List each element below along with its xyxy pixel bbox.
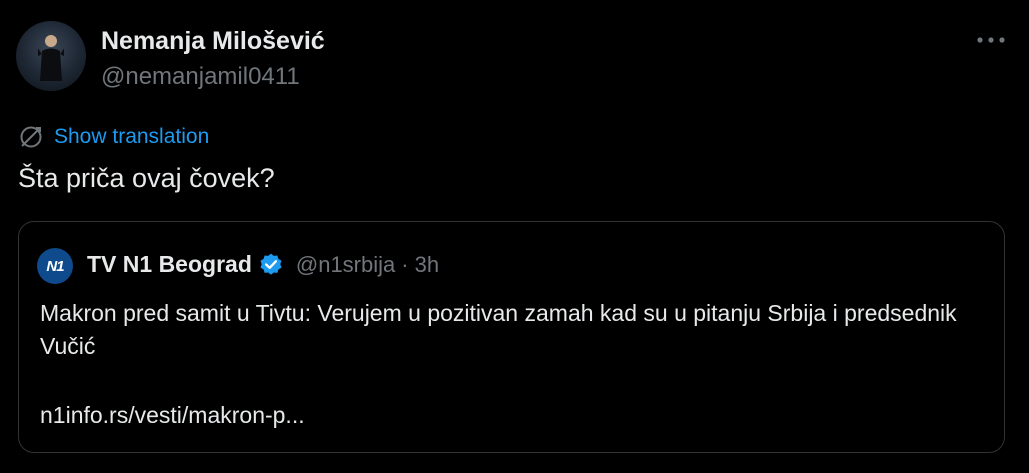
show-translation-link[interactable]: Show translation bbox=[18, 124, 209, 150]
translate-icon bbox=[20, 126, 42, 148]
tweet: Nemanja Milošević @nemanjamil0411 Show t… bbox=[0, 0, 1029, 473]
avatar-figure bbox=[38, 35, 64, 81]
quoted-separator-dot: · bbox=[401, 251, 409, 277]
author-avatar[interactable] bbox=[16, 21, 86, 91]
show-translation-label: Show translation bbox=[54, 125, 210, 148]
quoted-author-handle[interactable]: @n1srbija bbox=[296, 252, 395, 278]
author-handle[interactable]: @nemanjamil0411 bbox=[101, 63, 300, 91]
tweet-text: Šta priča ovaj čovek? bbox=[18, 163, 275, 193]
more-options-button[interactable] bbox=[972, 26, 1010, 54]
author-name[interactable]: Nemanja Milošević bbox=[101, 27, 325, 56]
verified-badge-icon bbox=[260, 253, 282, 275]
quoted-avatar-logo-text: N1 bbox=[46, 257, 64, 275]
quoted-tweet-link[interactable]: n1info.rs/vesti/makron-p... bbox=[40, 402, 305, 429]
quoted-author-name[interactable]: TV N1 Beograd bbox=[87, 251, 252, 278]
quoted-tweet-header: TV N1 Beograd @n1srbija · 3h bbox=[87, 251, 439, 278]
quoted-tweet-text: Makron pred samit u Tivtu: Verujem u poz… bbox=[40, 300, 957, 359]
quoted-tweet-card[interactable]: N1 TV N1 Beograd @n1srbija · 3h Makron p… bbox=[18, 221, 1005, 453]
quoted-author-avatar[interactable]: N1 bbox=[37, 248, 73, 284]
quoted-timestamp[interactable]: 3h bbox=[415, 252, 439, 278]
more-horizontal-icon bbox=[977, 37, 1005, 43]
